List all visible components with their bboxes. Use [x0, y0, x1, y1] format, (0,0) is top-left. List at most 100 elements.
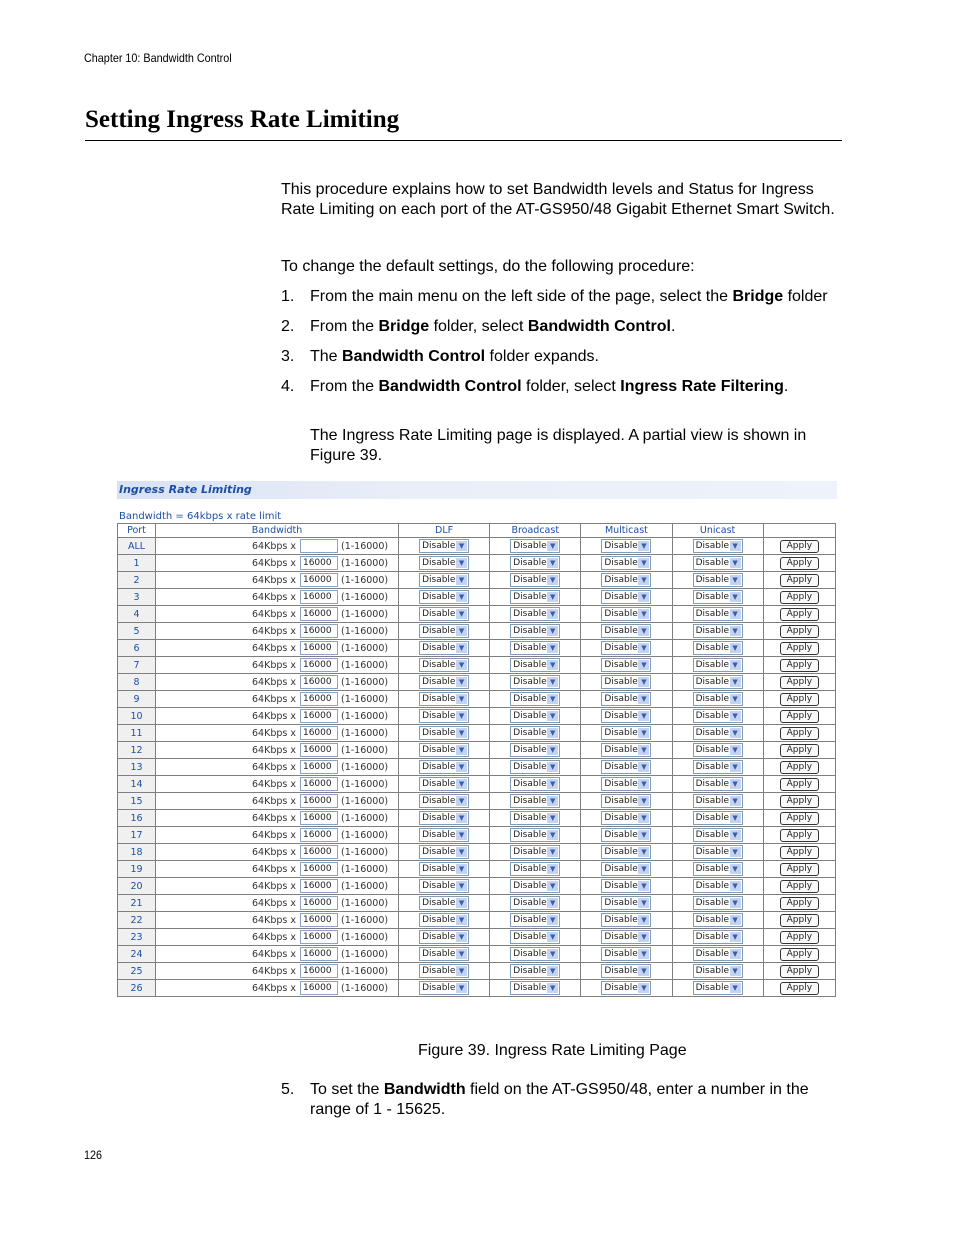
bandwidth-input[interactable]: 16000 — [299, 658, 338, 672]
chevron-down-icon[interactable]: ▼ — [456, 541, 468, 551]
chevron-down-icon[interactable]: ▼ — [638, 592, 650, 602]
chevron-down-icon[interactable]: ▼ — [729, 847, 741, 857]
broadcast-select[interactable]: Disable ▼ — [510, 641, 561, 655]
multicast-select[interactable]: Disable ▼ — [601, 845, 652, 859]
chevron-down-icon[interactable]: ▼ — [638, 898, 650, 908]
chevron-down-icon[interactable]: ▼ — [729, 541, 741, 551]
chevron-down-icon[interactable]: ▼ — [729, 728, 741, 738]
chevron-down-icon[interactable]: ▼ — [547, 677, 559, 687]
chevron-down-icon[interactable]: ▼ — [547, 881, 559, 891]
chevron-down-icon[interactable]: ▼ — [729, 813, 741, 823]
chevron-down-icon[interactable]: ▼ — [729, 643, 741, 653]
chevron-down-icon[interactable]: ▼ — [547, 762, 559, 772]
broadcast-select[interactable]: Disable ▼ — [510, 675, 561, 689]
broadcast-select[interactable]: Disable ▼ — [510, 777, 561, 791]
chevron-down-icon[interactable]: ▼ — [456, 575, 468, 585]
chevron-down-icon[interactable]: ▼ — [729, 592, 741, 602]
dlf-select[interactable]: Disable ▼ — [419, 896, 470, 910]
bandwidth-input[interactable]: 16000 — [299, 556, 338, 570]
chevron-down-icon[interactable]: ▼ — [638, 949, 650, 959]
bandwidth-input[interactable]: 16000 — [299, 675, 338, 689]
bandwidth-input[interactable]: 16000 — [299, 607, 338, 621]
chevron-down-icon[interactable]: ▼ — [638, 932, 650, 942]
chevron-down-icon[interactable]: ▼ — [547, 847, 559, 857]
chevron-down-icon[interactable]: ▼ — [638, 813, 650, 823]
chevron-down-icon[interactable]: ▼ — [547, 966, 559, 976]
chevron-down-icon[interactable]: ▼ — [729, 694, 741, 704]
dlf-select[interactable]: Disable ▼ — [419, 590, 470, 604]
dlf-select[interactable]: Disable ▼ — [419, 641, 470, 655]
unicast-select[interactable]: Disable ▼ — [692, 879, 743, 893]
broadcast-select[interactable]: Disable ▼ — [510, 981, 561, 995]
unicast-select[interactable]: Disable ▼ — [692, 811, 743, 825]
chevron-down-icon[interactable]: ▼ — [638, 541, 650, 551]
multicast-select[interactable]: Disable ▼ — [601, 981, 652, 995]
broadcast-select[interactable]: Disable ▼ — [510, 913, 561, 927]
unicast-select[interactable]: Disable ▼ — [692, 777, 743, 791]
multicast-select[interactable]: Disable ▼ — [601, 947, 652, 961]
chevron-down-icon[interactable]: ▼ — [456, 762, 468, 772]
bandwidth-input[interactable]: 16000 — [299, 743, 338, 757]
dlf-select[interactable]: Disable ▼ — [419, 828, 470, 842]
bandwidth-input[interactable]: 16000 — [299, 930, 338, 944]
chevron-down-icon[interactable]: ▼ — [729, 660, 741, 670]
chevron-down-icon[interactable]: ▼ — [638, 745, 650, 755]
chevron-down-icon[interactable]: ▼ — [638, 966, 650, 976]
broadcast-select[interactable]: Disable ▼ — [510, 607, 561, 621]
unicast-select[interactable]: Disable ▼ — [692, 947, 743, 961]
unicast-select[interactable]: Disable ▼ — [692, 913, 743, 927]
chevron-down-icon[interactable]: ▼ — [729, 626, 741, 636]
chevron-down-icon[interactable]: ▼ — [456, 745, 468, 755]
bandwidth-input[interactable]: 16000 — [299, 777, 338, 791]
bandwidth-input[interactable]: 16000 — [299, 828, 338, 842]
multicast-select[interactable]: Disable ▼ — [601, 862, 652, 876]
chevron-down-icon[interactable]: ▼ — [638, 864, 650, 874]
chevron-down-icon[interactable]: ▼ — [547, 541, 559, 551]
dlf-select[interactable]: Disable ▼ — [419, 709, 470, 723]
apply-button[interactable]: Apply — [779, 760, 820, 774]
chevron-down-icon[interactable]: ▼ — [456, 813, 468, 823]
multicast-select[interactable]: Disable ▼ — [601, 828, 652, 842]
broadcast-select[interactable]: Disable ▼ — [510, 896, 561, 910]
chevron-down-icon[interactable]: ▼ — [638, 847, 650, 857]
broadcast-select[interactable]: Disable ▼ — [510, 590, 561, 604]
apply-button[interactable]: Apply — [779, 624, 820, 638]
dlf-select[interactable]: Disable ▼ — [419, 539, 470, 553]
dlf-select[interactable]: Disable ▼ — [419, 862, 470, 876]
broadcast-select[interactable]: Disable ▼ — [510, 658, 561, 672]
bandwidth-input[interactable]: 16000 — [299, 709, 338, 723]
chevron-down-icon[interactable]: ▼ — [456, 779, 468, 789]
multicast-select[interactable]: Disable ▼ — [601, 607, 652, 621]
broadcast-select[interactable]: Disable ▼ — [510, 692, 561, 706]
chevron-down-icon[interactable]: ▼ — [638, 643, 650, 653]
chevron-down-icon[interactable]: ▼ — [547, 779, 559, 789]
multicast-select[interactable]: Disable ▼ — [601, 709, 652, 723]
chevron-down-icon[interactable]: ▼ — [547, 609, 559, 619]
dlf-select[interactable]: Disable ▼ — [419, 675, 470, 689]
chevron-down-icon[interactable]: ▼ — [456, 728, 468, 738]
unicast-select[interactable]: Disable ▼ — [692, 556, 743, 570]
bandwidth-input[interactable]: 16000 — [299, 981, 338, 995]
multicast-select[interactable]: Disable ▼ — [601, 692, 652, 706]
chevron-down-icon[interactable]: ▼ — [547, 558, 559, 568]
chevron-down-icon[interactable]: ▼ — [729, 677, 741, 687]
broadcast-select[interactable]: Disable ▼ — [510, 539, 561, 553]
chevron-down-icon[interactable]: ▼ — [547, 949, 559, 959]
chevron-down-icon[interactable]: ▼ — [638, 983, 650, 993]
chevron-down-icon[interactable]: ▼ — [456, 592, 468, 602]
chevron-down-icon[interactable]: ▼ — [456, 881, 468, 891]
chevron-down-icon[interactable]: ▼ — [729, 779, 741, 789]
chevron-down-icon[interactable]: ▼ — [456, 609, 468, 619]
chevron-down-icon[interactable]: ▼ — [638, 830, 650, 840]
bandwidth-input[interactable]: 16000 — [299, 896, 338, 910]
bandwidth-input[interactable]: 16000 — [299, 794, 338, 808]
broadcast-select[interactable]: Disable ▼ — [510, 760, 561, 774]
unicast-select[interactable]: Disable ▼ — [692, 828, 743, 842]
unicast-select[interactable]: Disable ▼ — [692, 573, 743, 587]
chevron-down-icon[interactable]: ▼ — [547, 830, 559, 840]
broadcast-select[interactable]: Disable ▼ — [510, 828, 561, 842]
chevron-down-icon[interactable]: ▼ — [547, 626, 559, 636]
chevron-down-icon[interactable]: ▼ — [456, 915, 468, 925]
broadcast-select[interactable]: Disable ▼ — [510, 709, 561, 723]
multicast-select[interactable]: Disable ▼ — [601, 726, 652, 740]
